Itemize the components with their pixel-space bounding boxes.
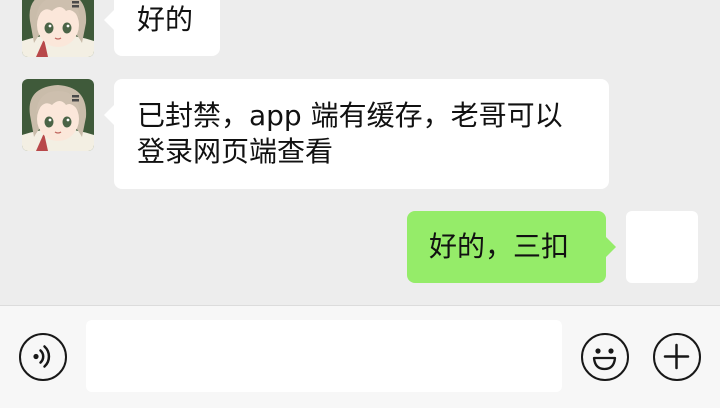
message-text: 好的，三扣 (429, 230, 570, 263)
outgoing-message-bubble[interactable]: 好的，三扣 (407, 211, 616, 283)
emoji-icon (592, 348, 617, 371)
message-text-line: 已封禁，app 端有缓存，老哥可以 (137, 99, 563, 132)
incoming-message-bubble[interactable]: 已封禁，app 端有缓存，老哥可以 登录网页端查看 (104, 79, 609, 189)
plus-icon (663, 343, 690, 370)
anime-avatar-image (22, 79, 94, 151)
message-input[interactable] (86, 320, 562, 392)
contact-avatar[interactable] (22, 0, 94, 57)
voice-input-button[interactable] (19, 333, 67, 381)
more-options-button[interactable] (653, 333, 701, 381)
chat-input-bar (0, 305, 720, 408)
anime-avatar-image (22, 0, 94, 57)
message-text: 好的 (137, 3, 194, 36)
my-avatar[interactable] (626, 211, 698, 283)
contact-avatar[interactable] (22, 79, 94, 151)
emoji-button[interactable] (581, 333, 629, 381)
voice-icon (33, 345, 51, 368)
chat-message-list[interactable]: 好的 已封禁，app 端有缓存，老哥可以 登录网页端查看 好的，三扣 (0, 0, 720, 305)
message-text-line: 登录网页端查看 (137, 135, 334, 168)
incoming-message-bubble[interactable]: 好的 (104, 0, 220, 56)
